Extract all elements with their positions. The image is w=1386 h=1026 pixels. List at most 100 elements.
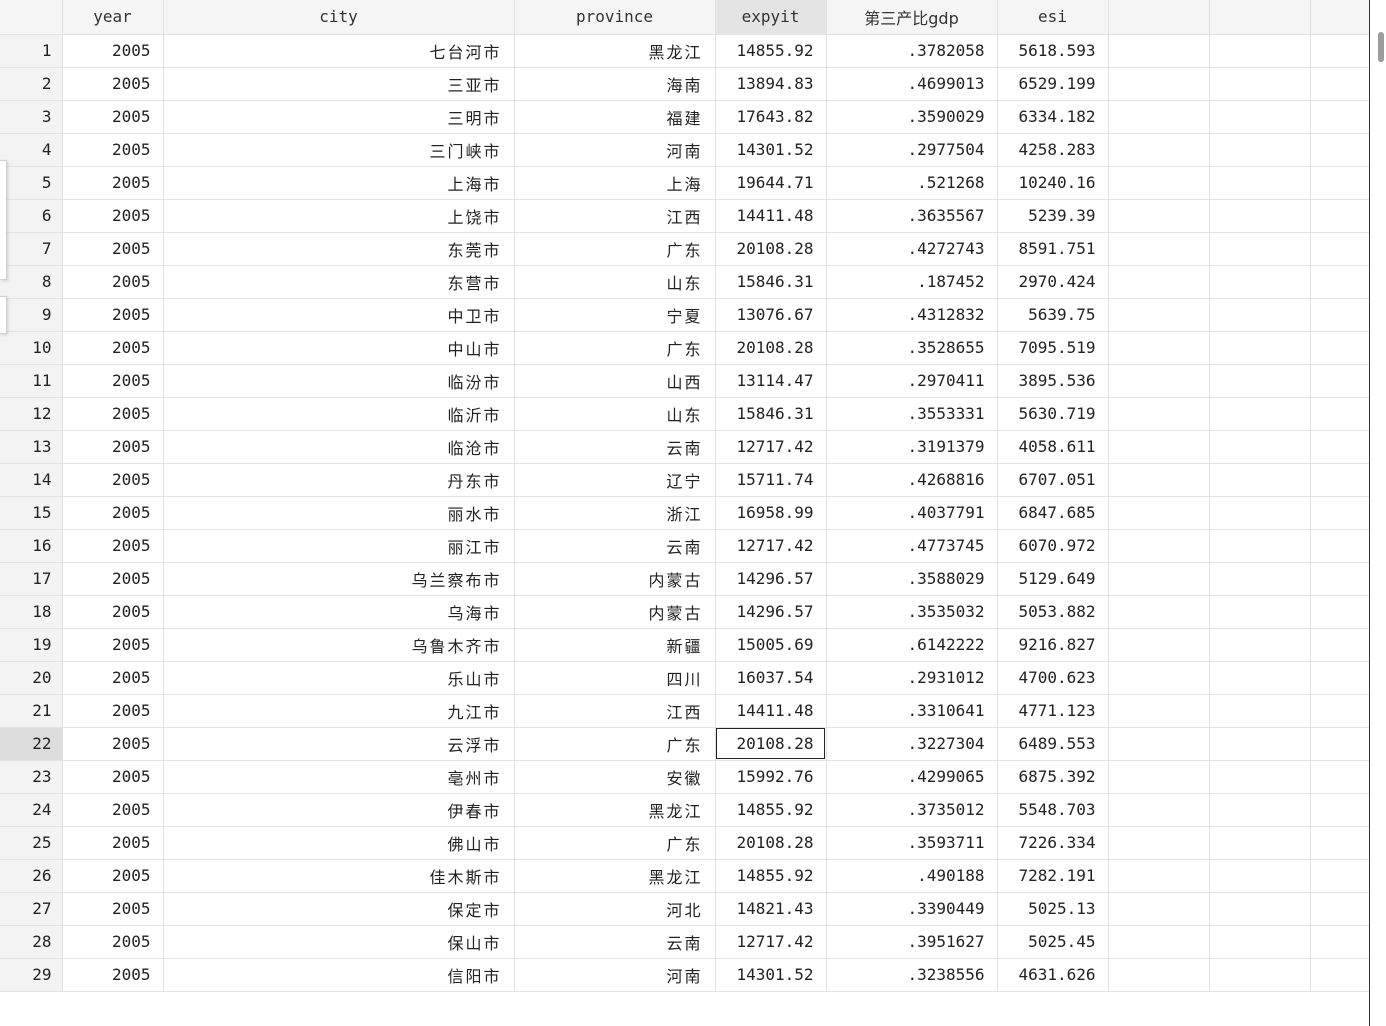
cell-tertiary-gdp[interactable]: .490188 [826,859,998,893]
cell-tertiary-gdp[interactable]: .4699013 [826,67,998,101]
row-number[interactable]: 26 [0,859,63,893]
cell-city[interactable]: 信阳市 [163,958,515,992]
table-row[interactable]: 12 2005 临沂市 山东 15846.31.3553331 5630.719 [0,397,1371,431]
cell-empty[interactable] [1209,265,1311,299]
table-row[interactable]: 13 2005 临沧市 云南 12717.42.3191379 4058.611 [0,430,1371,464]
cell-province[interactable]: 云南 [514,430,716,464]
cell-empty[interactable] [1310,364,1371,398]
row-number[interactable]: 6 [0,199,63,233]
cell-tertiary-gdp[interactable]: .3782058 [826,34,998,68]
row-number[interactable]: 16 [0,529,63,563]
cell-esi[interactable]: 4631.626 [997,958,1109,992]
cell-empty[interactable] [1310,397,1371,431]
cell-city[interactable]: 东莞市 [163,232,515,266]
cell-empty[interactable] [1209,331,1311,365]
table-row[interactable]: 7 2005 东莞市 广东 20108.28.4272743 8591.751 [0,232,1371,266]
cell-year[interactable]: 2005 [62,496,164,530]
cell-province[interactable]: 安徽 [514,760,716,794]
cell-province[interactable]: 辽宁 [514,463,716,497]
row-number[interactable]: 28 [0,925,63,959]
cell-expyit[interactable]: 12717.42 [715,529,827,563]
cell-tertiary-gdp[interactable]: .3227304 [826,727,998,761]
cell-empty[interactable] [1209,166,1311,200]
cell-city[interactable]: 上海市 [163,166,515,200]
cell-empty[interactable] [1108,562,1210,596]
cell-empty[interactable] [1209,100,1311,134]
cell-esi[interactable]: 4058.611 [997,430,1109,464]
row-number[interactable]: 1 [0,34,63,68]
cell-empty[interactable] [1310,199,1371,233]
cell-expyit[interactable]: 19644.71 [715,166,827,200]
column-header-expyit[interactable]: expyit [715,0,827,35]
cell-empty[interactable] [1209,793,1311,827]
cell-tertiary-gdp[interactable]: .2977504 [826,133,998,167]
row-number[interactable]: 4 [0,133,63,167]
cell-tertiary-gdp[interactable]: .4312832 [826,298,998,332]
cell-tertiary-gdp[interactable]: .4299065 [826,760,998,794]
cell-esi[interactable]: 5639.75 [997,298,1109,332]
table-row[interactable]: 17 2005 乌兰察布市 内蒙古 14296.57.3588029 5129.649 [0,562,1371,596]
cell-expyit[interactable]: 14296.57 [715,562,827,596]
cell-tertiary-gdp[interactable]: .2970411 [826,364,998,398]
cell-empty[interactable] [1310,133,1371,167]
cell-esi[interactable]: 7226.334 [997,826,1109,860]
cell-empty[interactable] [1209,199,1311,233]
cell-tertiary-gdp[interactable]: .3593711 [826,826,998,860]
cell-province[interactable]: 海南 [514,67,716,101]
cell-empty[interactable] [1108,430,1210,464]
cell-year[interactable]: 2005 [62,826,164,860]
cell-empty[interactable] [1209,496,1311,530]
cell-empty[interactable] [1108,892,1210,926]
cell-empty[interactable] [1209,595,1311,629]
cell-year[interactable]: 2005 [62,298,164,332]
cell-tertiary-gdp[interactable]: .4268816 [826,463,998,497]
cell-province[interactable]: 江西 [514,199,716,233]
cell-empty[interactable] [1108,364,1210,398]
cell-esi[interactable]: 6070.972 [997,529,1109,563]
row-number[interactable]: 12 [0,397,63,431]
cell-tertiary-gdp[interactable]: .4773745 [826,529,998,563]
cell-empty[interactable] [1209,364,1311,398]
cell-empty[interactable] [1108,595,1210,629]
row-number[interactable]: 11 [0,364,63,398]
table-row[interactable]: 10 2005 中山市 广东 20108.28.3528655 7095.519 [0,331,1371,365]
cell-year[interactable]: 2005 [62,859,164,893]
cell-empty[interactable] [1108,529,1210,563]
cell-expyit[interactable]: 13076.67 [715,298,827,332]
cell-esi[interactable]: 4258.283 [997,133,1109,167]
cell-expyit[interactable]: 15005.69 [715,628,827,662]
cell-province[interactable]: 黑龙江 [514,859,716,893]
cell-city[interactable]: 保定市 [163,892,515,926]
cell-esi[interactable]: 6529.199 [997,67,1109,101]
table-row[interactable]: 26 2005 佳木斯市 黑龙江 14855.92.490188 7282.191 [0,859,1371,893]
table-row[interactable]: 27 2005 保定市 河北 14821.43.3390449 5025.13 [0,892,1371,926]
cell-expyit[interactable]: 14855.92 [715,793,827,827]
cell-expyit[interactable]: 14296.57 [715,595,827,629]
cell-year[interactable]: 2005 [62,100,164,134]
cell-tertiary-gdp[interactable]: .521268 [826,166,998,200]
cell-esi[interactable]: 5053.882 [997,595,1109,629]
cell-city[interactable]: 乐山市 [163,661,515,695]
cell-empty[interactable] [1209,859,1311,893]
cell-empty[interactable] [1108,694,1210,728]
cell-province[interactable]: 宁夏 [514,298,716,332]
cell-expyit[interactable]: 13114.47 [715,364,827,398]
table-row[interactable]: 8 2005 东营市 山东 15846.31.187452 2970.424 [0,265,1371,299]
cell-year[interactable]: 2005 [62,199,164,233]
cell-year[interactable]: 2005 [62,67,164,101]
cell-empty[interactable] [1310,562,1371,596]
cell-province[interactable]: 云南 [514,925,716,959]
cell-empty[interactable] [1310,925,1371,959]
table-row[interactable]: 19 2005 乌鲁木齐市 新疆 15005.69.6142222 9216.827 [0,628,1371,662]
data-grid[interactable]: year city province expyit 第三产比gdp esi 12… [0,0,1371,992]
cell-empty[interactable] [1108,133,1210,167]
cell-expyit[interactable]: 14821.43 [715,892,827,926]
cell-year[interactable]: 2005 [62,34,164,68]
row-number[interactable]: 14 [0,463,63,497]
cell-city[interactable]: 中山市 [163,331,515,365]
cell-expyit[interactable]: 14411.48 [715,694,827,728]
row-number[interactable]: 17 [0,562,63,596]
cell-province[interactable]: 新疆 [514,628,716,662]
table-row[interactable]: 22 2005 云浮市 广东 20108.28.3227304 6489.553 [0,727,1371,761]
cell-empty[interactable] [1310,727,1371,761]
